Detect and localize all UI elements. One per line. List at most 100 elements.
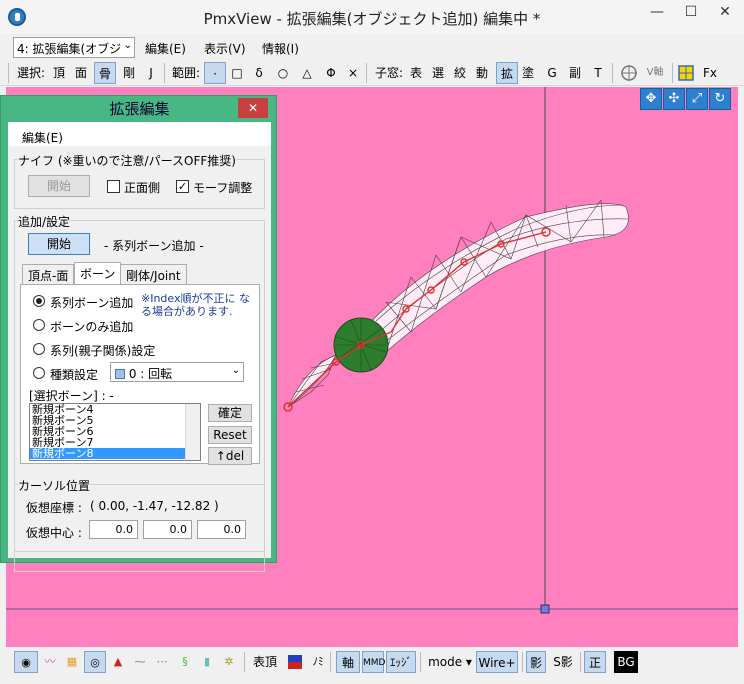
knife-start-button[interactable]: 開始: [28, 175, 90, 197]
target-icon[interactable]: ◎: [84, 651, 106, 673]
child-move-button[interactable]: 動: [474, 62, 490, 84]
add-start-button[interactable]: 開始: [28, 233, 90, 255]
mode-dropdown[interactable]: mode ▾: [426, 651, 474, 673]
axis-button[interactable]: 軸: [336, 651, 360, 673]
pan-icon[interactable]: ✥: [640, 88, 662, 110]
range-triangle-button[interactable]: △: [298, 62, 316, 84]
child-window-label: 子窓:: [374, 66, 404, 80]
delete-button[interactable]: ↑del: [208, 447, 252, 465]
line-icon[interactable]: ⁓: [130, 651, 150, 673]
title-bar: PmxView - 拡張編集(オブジェクト追加) 編集中 * — ☐ ✕: [0, 0, 744, 34]
select-joint-button[interactable]: J: [142, 62, 160, 84]
origin-marker: [540, 604, 550, 614]
shadow-button[interactable]: 影: [526, 651, 546, 673]
option-type-setting-radio[interactable]: [33, 367, 45, 379]
zoom-icon[interactable]: ⤢: [686, 88, 708, 110]
move-icon[interactable]: ✣: [663, 88, 685, 110]
range-phi-button[interactable]: Φ: [322, 62, 340, 84]
reset-button[interactable]: Reset: [208, 426, 252, 444]
pattern-icon[interactable]: ▦: [62, 651, 82, 673]
child-sub-button[interactable]: 副: [567, 62, 583, 84]
wave-icon[interactable]: 〰: [40, 651, 60, 673]
edge-button[interactable]: ｴｯｼﾞ: [386, 651, 416, 673]
child-filter-button[interactable]: 絞: [452, 62, 468, 84]
surface-vertex-button[interactable]: 表頂: [250, 651, 280, 673]
triangle-icon[interactable]: ▲: [108, 651, 128, 673]
child-group-button[interactable]: G: [544, 62, 560, 84]
close-button[interactable]: ✕: [708, 0, 742, 24]
bone-tab-panel: 系列ボーン追加 ボーンのみ追加 ※Index順が不正に なる場合があります. 系…: [20, 284, 260, 465]
chevron-down-icon: ⌄: [231, 365, 240, 376]
confirm-button[interactable]: 確定: [208, 404, 252, 422]
menu-bar: 4: 拡張編集(オブジ ⌄ 編集(E) 表示(V) 情報(I): [0, 34, 744, 60]
maximize-button[interactable]: ☐: [674, 0, 708, 24]
center-x-field[interactable]: 0.0: [89, 520, 138, 539]
background-button[interactable]: BG: [614, 651, 638, 673]
color-icon[interactable]: [284, 651, 306, 673]
bone-type-value: 0 : 回転: [128, 367, 173, 381]
capsule-icon[interactable]: ▮: [198, 651, 216, 673]
mmd-button[interactable]: MMD: [362, 651, 385, 673]
option-bone-only-radio[interactable]: [33, 319, 45, 331]
toolbar-separator: [672, 63, 673, 83]
select-rigid-button[interactable]: 剛: [120, 62, 138, 84]
menu-view[interactable]: 表示(V): [204, 40, 246, 57]
nomi-button[interactable]: ﾉﾐ: [310, 651, 326, 673]
view-tools: ✥ ✣ ⤢ ↻: [640, 88, 731, 110]
option-chain-bone-radio[interactable]: [33, 295, 45, 307]
tab-rigid-joint[interactable]: 剛体/Joint: [120, 264, 187, 284]
center-y-field[interactable]: 0.0: [143, 520, 192, 539]
fx-button[interactable]: Fx: [700, 62, 720, 84]
range-delta-button[interactable]: δ: [250, 62, 268, 84]
rotate-icon[interactable]: ↻: [709, 88, 731, 110]
wire-plus-button[interactable]: Wire+: [476, 651, 518, 673]
joint-icon[interactable]: ✲: [220, 651, 238, 673]
self-shadow-button[interactable]: S影: [550, 651, 576, 673]
grid-icon[interactable]: [676, 62, 696, 84]
menu-edit[interactable]: 編集(E): [145, 40, 186, 57]
listbox-scrollbar[interactable]: [185, 404, 200, 460]
range-circle-button[interactable]: ○: [274, 62, 292, 84]
child-extend-button[interactable]: 拡: [496, 62, 518, 84]
window-title: PmxView - 拡張編集(オブジェクト追加) 編集中 *: [203, 10, 541, 28]
vertex-icon[interactable]: ⋯: [152, 651, 172, 673]
child-select-button[interactable]: 選: [430, 62, 446, 84]
v-axis-button[interactable]: V軸: [642, 62, 668, 84]
range-rect-button[interactable]: □: [228, 62, 246, 84]
tab-vertex-face[interactable]: 頂点-面: [22, 264, 75, 284]
toolbar-separator: [330, 652, 331, 672]
minimize-button[interactable]: —: [640, 0, 674, 24]
center-z-field[interactable]: 0.0: [197, 520, 246, 539]
front-side-label: 正面側: [124, 181, 161, 195]
range-clear-button[interactable]: ×: [344, 62, 362, 84]
toolbar-separator: [522, 652, 523, 672]
mode-select[interactable]: 4: 拡張編集(オブジ ⌄: [13, 37, 135, 58]
list-item-selected[interactable]: 新規ボーン8: [30, 448, 200, 459]
tab-strip: 頂点-面 ボーン 剛体/Joint: [22, 262, 262, 286]
select-face-button[interactable]: 面: [72, 62, 90, 84]
menu-info[interactable]: 情報(I): [262, 40, 299, 57]
toolbar: 選択: 頂 面 骨 剛 J 範囲: · □ δ ○ △ Φ × 子窓: 表 選 …: [0, 60, 744, 86]
range-point-button[interactable]: ·: [204, 62, 226, 84]
point-display-icon[interactable]: ◉: [14, 651, 38, 673]
crosshair-icon[interactable]: [618, 62, 640, 84]
front-view-button[interactable]: 正: [584, 651, 606, 673]
bone-listbox[interactable]: 新規ボーン4 新規ボーン5 新規ボーン6 新規ボーン7 新規ボーン8: [29, 403, 201, 461]
child-paint-button[interactable]: 塗: [520, 62, 536, 84]
tab-bone[interactable]: ボーン: [74, 262, 122, 284]
select-vertex-button[interactable]: 頂: [50, 62, 68, 84]
select-bone-button[interactable]: 骨: [94, 62, 116, 84]
dialog-close-button[interactable]: ✕: [238, 98, 268, 118]
child-text-button[interactable]: T: [590, 62, 606, 84]
bone-type-combo[interactable]: 0 : 回転 ⌄: [110, 362, 244, 382]
selected-bones-label: [選択ボーン] : -: [29, 389, 114, 403]
child-table-button[interactable]: 表: [408, 62, 424, 84]
option-type-setting-label: 種類設定: [50, 368, 99, 382]
front-side-checkbox[interactable]: [107, 180, 120, 193]
option-parent-chain-radio[interactable]: [33, 343, 45, 355]
option-parent-chain-label: 系列(親子関係)設定: [50, 344, 156, 358]
dialog-menu-edit[interactable]: 編集(E): [8, 122, 271, 146]
morph-adjust-checkbox[interactable]: ✓: [176, 180, 189, 193]
green-icon[interactable]: §: [176, 651, 194, 673]
virtual-center-label: 仮想中心 :: [26, 526, 82, 540]
